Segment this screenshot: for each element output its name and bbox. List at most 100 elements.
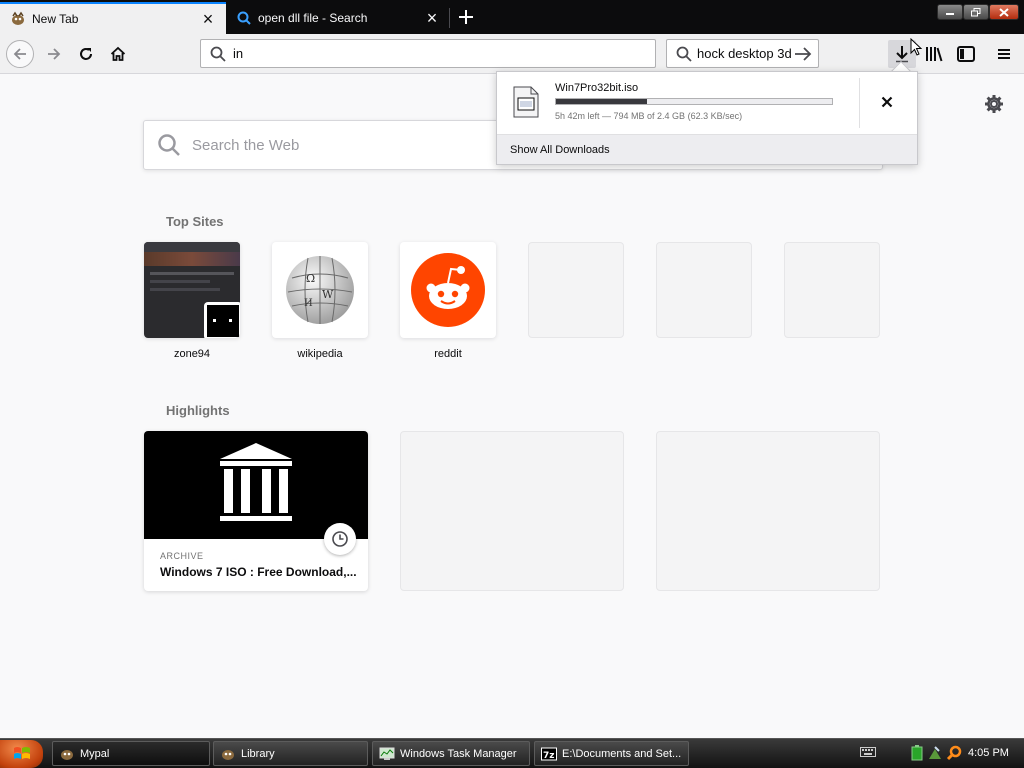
svg-text:И: И: [304, 298, 313, 309]
restore-icon: [971, 7, 981, 16]
library-button[interactable]: [920, 40, 948, 68]
taskbar-item-library[interactable]: Library: [213, 741, 368, 766]
navigation-toolbar: in hock desktop 3d: [0, 34, 1024, 74]
top-site-empty-slot: [528, 242, 624, 338]
sidebar-button[interactable]: [952, 40, 980, 68]
downloads-panel: Win7Pro32bit.iso 5h 42m left — 794 MB of…: [496, 71, 918, 165]
downloads-icon: [896, 46, 908, 63]
tray-icons: [910, 745, 962, 761]
highlight-empty-slot: [656, 431, 880, 591]
tab-strip: New Tab × open dll file - Search ×: [0, 0, 1024, 34]
highlight-image: [144, 431, 368, 555]
forward-button[interactable]: [40, 40, 68, 68]
empty-tile: [656, 242, 752, 338]
taskbar-item-task-manager[interactable]: Windows Task Manager: [372, 741, 530, 766]
library-icon: [926, 47, 943, 62]
keyboard-icon[interactable]: [860, 746, 876, 758]
search-icon: [676, 46, 692, 62]
new-tab-button[interactable]: [452, 4, 480, 30]
tab-new-tab[interactable]: New Tab ×: [0, 2, 226, 34]
download-filename: Win7Pro32bit.iso: [555, 82, 639, 94]
svg-text:7z: 7z: [543, 751, 555, 761]
web-search-placeholder: Search the Web: [192, 136, 300, 154]
taskbar-item-label: Windows Task Manager: [400, 747, 517, 760]
top-site-label: zone94: [173, 348, 211, 360]
tab-label: open dll file - Search: [258, 11, 368, 25]
reload-button[interactable]: [72, 40, 100, 68]
highlight-title: Windows 7 ISO : Free Download,...: [160, 565, 357, 579]
top-site-reddit[interactable]: reddit: [400, 242, 496, 360]
url-bar[interactable]: in: [200, 39, 656, 68]
highlight-card[interactable]: ARCHIVE Windows 7 ISO : Free Download,..…: [144, 431, 368, 591]
close-tab-icon[interactable]: ×: [198, 9, 218, 29]
forward-icon: [48, 48, 61, 60]
network-icon[interactable]: [927, 745, 943, 761]
clock-icon: [324, 523, 356, 555]
search-input-value[interactable]: hock desktop 3d: [697, 46, 792, 61]
close-tab-icon[interactable]: ×: [422, 8, 442, 28]
tab-label: New Tab: [32, 12, 79, 26]
mouse-cursor-icon: [910, 38, 922, 56]
task-manager-icon: [379, 747, 395, 760]
mypal-icon: [61, 749, 73, 760]
show-all-downloads-button[interactable]: Show All Downloads: [497, 134, 917, 164]
search-icon: [210, 46, 226, 62]
top-site-label: reddit: [434, 348, 462, 360]
svg-text:W: W: [322, 288, 334, 301]
highlight-empty-slot: [400, 431, 624, 591]
close-icon: [999, 7, 1009, 17]
cancel-download-button[interactable]: [877, 92, 897, 112]
window-close-button[interactable]: [989, 4, 1019, 20]
tab-separator: [449, 8, 450, 28]
download-progress-bar: [555, 98, 833, 105]
search-bar[interactable]: hock desktop 3d: [666, 39, 819, 68]
empty-tile: [784, 242, 880, 338]
back-icon: [13, 48, 26, 60]
site-thumbnail: [144, 242, 240, 338]
divider: [859, 78, 860, 128]
reddit-logo-icon: [411, 253, 485, 327]
battery-icon[interactable]: [910, 745, 924, 761]
window-minimize-button[interactable]: [937, 4, 963, 20]
top-site-wikipedia[interactable]: Ω W И wikipedia: [272, 242, 368, 360]
new-tab-page: Search the Web Top Sites zone94 Ω W И wi…: [0, 75, 1024, 738]
url-input-value[interactable]: in: [233, 46, 243, 61]
taskbar-item-mypal[interactable]: Mypal: [52, 741, 210, 766]
top-site-zone94[interactable]: zone94: [144, 242, 240, 360]
taskbar-item-folder[interactable]: 7z E:\Documents and Set...: [534, 741, 689, 766]
mypal-icon: [10, 11, 26, 27]
start-button[interactable]: [0, 740, 43, 768]
search-go-icon[interactable]: [792, 43, 814, 65]
site-thumbnail: [400, 242, 496, 338]
menu-button[interactable]: [990, 40, 1018, 68]
search-icon: [158, 134, 180, 156]
highlight-source: ARCHIVE: [160, 551, 204, 561]
close-icon: [881, 96, 893, 108]
gear-icon[interactable]: [984, 94, 1004, 114]
wikipedia-globe-icon: Ω W И: [286, 256, 354, 324]
system-tray: 4:05 PM: [850, 741, 1024, 766]
top-site-empty-slot: [656, 242, 752, 338]
download-progress-fill: [556, 99, 648, 104]
tab-search[interactable]: open dll file - Search ×: [226, 2, 450, 34]
iso-file-icon: [513, 86, 539, 118]
taskbar-item-label: Mypal: [80, 747, 110, 760]
site-thumbnail: Ω W И: [272, 242, 368, 338]
top-site-empty-slot: [784, 242, 880, 338]
minimize-icon: [946, 13, 954, 15]
window-restore-button[interactable]: [963, 4, 989, 20]
7zip-icon: 7z: [541, 747, 557, 761]
reload-icon: [80, 48, 92, 60]
home-button[interactable]: [104, 40, 132, 68]
back-button[interactable]: [6, 40, 34, 68]
taskbar-item-label: E:\Documents and Set...: [562, 747, 682, 760]
taskbar: Mypal Library Windows Task Manager 7z E:…: [0, 738, 1024, 768]
plus-icon: [459, 10, 473, 24]
mypal-icon: [222, 749, 234, 760]
clock[interactable]: 4:05 PM: [968, 747, 1009, 759]
taskbar-item-label: Library: [241, 747, 275, 760]
home-icon: [110, 46, 126, 61]
search-icon[interactable]: [946, 745, 962, 761]
highlights-heading: Highlights: [166, 403, 230, 418]
search-icon: [236, 10, 252, 26]
